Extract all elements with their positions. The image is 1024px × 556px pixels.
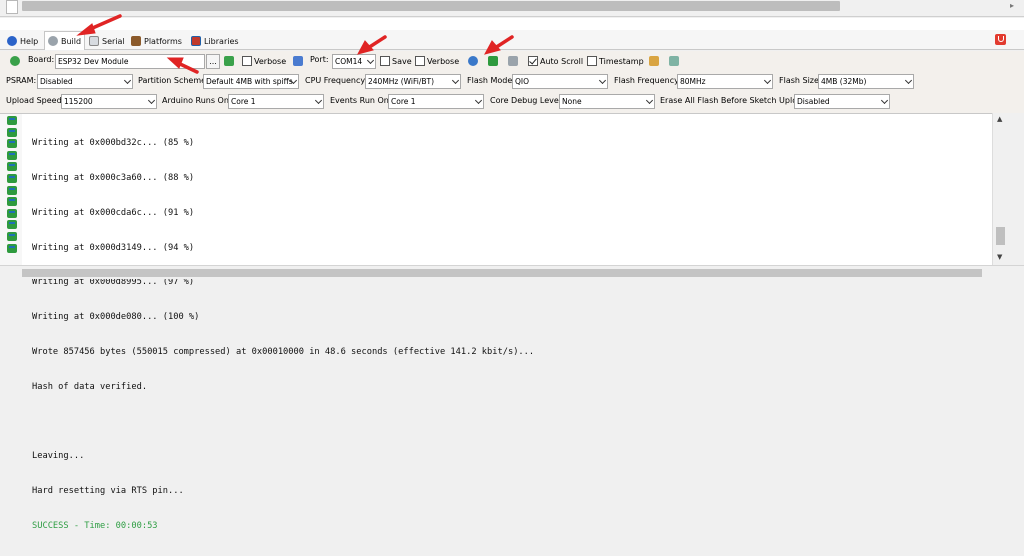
arrow-head-upload <box>484 40 501 55</box>
console-line: Hash of data verified. <box>32 381 148 392</box>
arrow-head-port <box>357 40 374 55</box>
console-line: Writing at 0x000de080... (100 %) <box>32 312 200 323</box>
console-line: Hard resetting via RTS pin... <box>32 486 184 496</box>
arrow-head-board <box>166 57 184 69</box>
arrow-to-port <box>366 35 387 50</box>
success-line: SUCCESS - Time: 00:00:53 <box>32 520 158 531</box>
console-line: Leaving... <box>32 451 85 462</box>
arrow-head-build <box>76 23 96 36</box>
console-line: Writing at 0x000d8995... (97 %) <box>32 277 195 288</box>
annotation-arrows <box>76 14 514 74</box>
arrow-to-upload <box>493 35 514 50</box>
console-line: Wrote 857456 bytes (550015 compressed) a… <box>32 346 535 357</box>
